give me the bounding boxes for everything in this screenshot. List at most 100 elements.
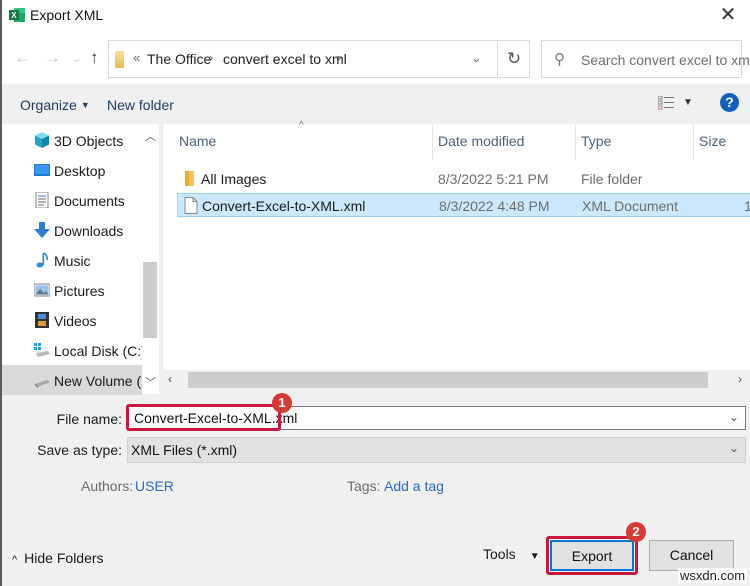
sidebar-item-new-volume-d[interactable]: New Volume (D:)	[2, 365, 160, 395]
authors-value[interactable]: USER	[135, 478, 174, 494]
music-icon	[36, 252, 48, 268]
search-placeholder: Search convert excel to xml	[581, 52, 750, 68]
sidebar-item-music[interactable]: Music	[2, 245, 142, 275]
title-bar: X Export XML ✕	[2, 0, 750, 34]
column-header-size[interactable]: Size	[694, 124, 750, 160]
address-bar[interactable]: « The Office › convert excel to xml › ⌄ …	[108, 40, 530, 78]
view-options-dropdown[interactable]: ▼	[683, 97, 693, 108]
column-label: Name	[179, 133, 217, 149]
step2-badge: 2	[626, 522, 646, 542]
sidebar-item-label: Documents	[54, 193, 125, 209]
save-as-type-label: Save as type:	[37, 442, 122, 458]
file-name: All Images	[201, 171, 267, 187]
caret-down-icon: ▼	[529, 551, 540, 562]
sidebar-item-label: Downloads	[54, 223, 124, 239]
address-dropdown-icon[interactable]: ⌄	[471, 50, 482, 66]
close-icon: ✕	[719, 4, 737, 26]
scroll-right-icon[interactable]: ›	[738, 372, 742, 386]
refresh-icon: ↻	[506, 49, 522, 68]
file-type: File folder	[581, 171, 643, 187]
breadcrumb-overflow[interactable]: «	[133, 50, 140, 65]
chevron-down-icon[interactable]: ⌄	[729, 441, 739, 455]
sidebar-item-desktop[interactable]: Desktop	[2, 155, 142, 185]
forward-button[interactable]: →	[44, 48, 61, 68]
column-label: Date modified	[438, 133, 525, 149]
column-header-type[interactable]: Type	[576, 124, 694, 160]
sidebar-item-label: Videos	[54, 313, 97, 329]
sidebar-item-label: Music	[54, 253, 91, 269]
column-label: Size	[699, 133, 727, 149]
search-icon: ⚲	[554, 51, 565, 68]
recent-locations-button[interactable]: ⌄	[72, 52, 81, 65]
file-row[interactable]: All Images 8/3/2022 5:21 PM File folder	[177, 167, 750, 191]
sidebar-item-local-disk-c[interactable]: Local Disk (C:)	[2, 335, 146, 365]
column-header-name[interactable]: ^ Name	[163, 120, 433, 160]
arrow-right-icon: →	[44, 48, 61, 67]
scroll-left-icon[interactable]: ‹	[168, 372, 172, 386]
folder-icon	[115, 51, 124, 68]
hide-folders-button[interactable]: ^ Hide Folders	[12, 550, 104, 566]
help-button[interactable]: ?	[720, 93, 739, 112]
file-row-selected[interactable]: Convert-Excel-to-XML.xml 8/3/2022 4:48 P…	[177, 193, 750, 217]
organize-menu[interactable]: Organize ▼	[20, 97, 90, 113]
breadcrumb-the-office[interactable]: The Office	[147, 51, 211, 67]
file-date: 8/3/2022 4:48 PM	[439, 198, 550, 214]
save-as-type-value: XML Files (*.xml)	[131, 442, 238, 458]
up-button[interactable]: ↑	[90, 48, 99, 68]
navigation-pane: 3D Objects Desktop Documents Downloads M…	[2, 124, 160, 395]
file-name-label: File name:	[56, 411, 122, 427]
file-icon	[184, 197, 198, 214]
sidebar-item-documents[interactable]: Documents	[2, 185, 142, 215]
scroll-down-icon[interactable]: ﹀	[145, 374, 156, 390]
chevron-up-icon: ^	[12, 554, 18, 566]
arrow-left-icon: ←	[14, 48, 31, 67]
new-folder-button[interactable]: New folder	[107, 97, 174, 113]
sidebar-item-3d-objects[interactable]: 3D Objects	[2, 125, 142, 155]
add-tag-link[interactable]: Add a tag	[384, 478, 444, 494]
organize-label: Organize	[20, 97, 77, 113]
local-disk-icon	[34, 343, 50, 357]
breadcrumb-separator-icon[interactable]: ›	[209, 50, 213, 65]
caret-down-icon: ▼	[80, 100, 90, 110]
save-as-type-select[interactable]: XML Files (*.xml) ⌄	[127, 437, 746, 463]
scroll-up-icon[interactable]: ︿	[145, 128, 156, 144]
sidebar-item-label: 3D Objects	[54, 133, 124, 149]
search-box[interactable]: ⚲ Search convert excel to xml	[541, 40, 750, 78]
authors-label: Authors:	[81, 478, 134, 494]
cancel-button[interactable]: Cancel	[649, 540, 734, 571]
sidebar-item-label: Local Disk (C:)	[54, 343, 146, 359]
column-label: Type	[581, 133, 612, 149]
pictures-icon	[34, 283, 50, 297]
sidebar-item-label: Pictures	[54, 283, 105, 299]
sidebar-item-pictures[interactable]: Pictures	[2, 275, 142, 305]
file-date: 8/3/2022 5:21 PM	[438, 171, 549, 187]
scrollbar-thumb[interactable]	[188, 372, 708, 388]
folder-icon	[185, 171, 194, 186]
sidebar-item-downloads[interactable]: Downloads	[2, 215, 142, 245]
back-button[interactable]: ←	[14, 48, 31, 68]
tools-label: Tools	[483, 546, 516, 562]
sidebar-item-videos[interactable]: Videos	[2, 305, 142, 335]
chevron-down-icon: ⌄	[72, 53, 82, 65]
hide-folders-label: Hide Folders	[24, 550, 104, 566]
command-toolbar: Organize ▼ New folder ▼ ?	[2, 84, 750, 124]
tools-menu[interactable]: Tools ▼	[483, 546, 540, 562]
navigation-bar: ← → ⌄ ↑ « The Office › convert excel to …	[2, 34, 750, 84]
file-type: XML Document	[582, 198, 678, 214]
breadcrumb-separator-icon[interactable]: ›	[337, 50, 341, 65]
tags-label: Tags:	[347, 478, 381, 494]
scrollbar-thumb[interactable]	[143, 262, 157, 338]
navigation-pane-scrollbar[interactable]: ︿ ﹀	[142, 124, 159, 394]
chevron-down-icon[interactable]: ⌄	[729, 410, 739, 424]
watermark: wsxdn.com	[678, 568, 748, 583]
column-header-date-modified[interactable]: Date modified	[433, 124, 576, 160]
downloads-icon	[34, 222, 50, 238]
details-view-icon[interactable]	[658, 96, 674, 110]
step2-highlight	[546, 536, 638, 575]
refresh-button[interactable]: ↻	[497, 41, 530, 77]
close-button[interactable]: ✕	[716, 4, 740, 28]
file-list-horizontal-scrollbar[interactable]: ‹ ›	[162, 370, 750, 390]
desktop-icon	[34, 164, 50, 176]
breadcrumb-convert-excel-to-xml[interactable]: convert excel to xml	[223, 51, 347, 67]
file-list: ^ Name Date modified Type Size All Image…	[162, 120, 750, 370]
